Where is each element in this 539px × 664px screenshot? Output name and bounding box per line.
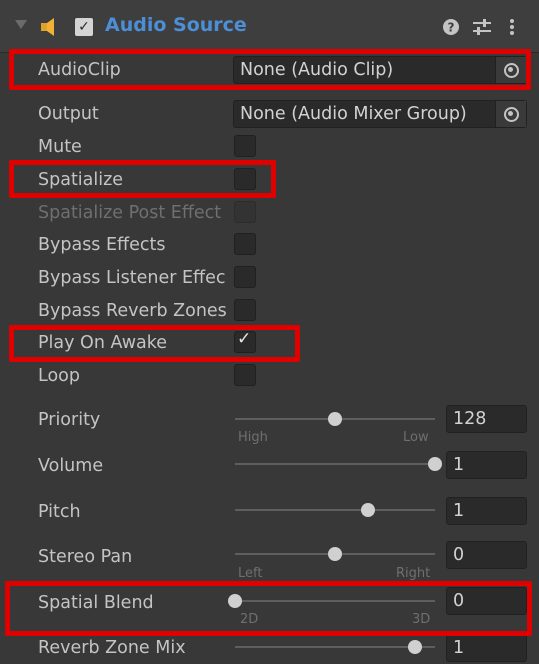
- output-field[interactable]: None (Audio Mixer Group): [233, 100, 527, 128]
- highlight-audioclip: [9, 49, 531, 90]
- loop-label: Loop: [38, 366, 80, 386]
- mute-checkbox[interactable]: [234, 135, 256, 157]
- spatialize-post-effects-label: Spatialize Post Effect: [38, 203, 222, 223]
- stereo-pan-value: 0: [453, 545, 465, 565]
- priority-min-label: High: [238, 430, 268, 445]
- component-enabled-checkbox[interactable]: ✓: [75, 18, 93, 36]
- pitch-value: 1: [453, 501, 465, 521]
- object-picker-button[interactable]: [495, 101, 526, 127]
- bypass-listener-effects-label: Bypass Listener Effec: [38, 268, 226, 288]
- priority-max-label: Low: [403, 430, 429, 445]
- bypass-listener-effects-checkbox[interactable]: [234, 266, 256, 288]
- presets-icon[interactable]: [472, 18, 492, 36]
- bypass-effects-checkbox[interactable]: [234, 233, 256, 255]
- spatialize-post-effects-checkbox: [234, 201, 256, 223]
- output-value: None (Audio Mixer Group): [240, 104, 467, 124]
- audio-source-icon: [41, 18, 54, 36]
- volume-slider-thumb[interactable]: [428, 457, 442, 471]
- foldout-arrow-icon[interactable]: [15, 20, 27, 29]
- bypass-effects-label: Bypass Effects: [38, 235, 166, 255]
- priority-label: Priority: [38, 410, 101, 430]
- output-label: Output: [38, 104, 99, 124]
- priority-slider-thumb[interactable]: [328, 412, 342, 426]
- pitch-slider-thumb[interactable]: [361, 503, 376, 517]
- loop-checkbox[interactable]: [234, 364, 256, 386]
- reverb-zone-mix-label: Reverb Zone Mix: [38, 638, 186, 658]
- stereo-pan-max-label: Right: [396, 566, 431, 581]
- component-title: Audio Source: [105, 14, 247, 36]
- highlight-spatialize: [9, 160, 276, 198]
- pitch-label: Pitch: [38, 502, 81, 522]
- volume-input[interactable]: 1: [446, 451, 527, 479]
- svg-text:?: ?: [448, 21, 455, 35]
- bypass-reverb-zones-checkbox[interactable]: [234, 299, 256, 321]
- mute-label: Mute: [38, 137, 82, 157]
- volume-value: 1: [453, 455, 465, 475]
- priority-input[interactable]: 128: [446, 405, 527, 433]
- reverb-zone-mix-slider-thumb[interactable]: [408, 640, 422, 654]
- reverb-zone-mix-input[interactable]: 1: [446, 634, 527, 662]
- pitch-input[interactable]: 1: [446, 497, 527, 525]
- stereo-pan-input[interactable]: 0: [446, 541, 527, 569]
- stereo-pan-label: Stereo Pan: [38, 547, 133, 567]
- stereo-pan-slider-thumb[interactable]: [328, 547, 342, 561]
- help-icon[interactable]: ?: [442, 18, 460, 36]
- component-header[interactable]: ✓ Audio Source ?: [0, 0, 539, 53]
- kebab-menu-icon[interactable]: [508, 18, 516, 36]
- pitch-slider-track[interactable]: [235, 509, 435, 511]
- highlight-spatial-blend: [5, 581, 532, 636]
- priority-value: 128: [453, 409, 487, 429]
- reverb-zone-mix-value: 1: [453, 638, 465, 658]
- check-icon: ✓: [78, 19, 90, 35]
- stereo-pan-min-label: Left: [238, 566, 263, 581]
- volume-label: Volume: [38, 456, 104, 476]
- highlight-play-on-awake: [9, 325, 300, 362]
- volume-slider-track[interactable]: [235, 463, 435, 465]
- reverb-zone-mix-slider-track[interactable]: [235, 646, 435, 648]
- bypass-reverb-zones-label: Bypass Reverb Zones: [38, 301, 227, 321]
